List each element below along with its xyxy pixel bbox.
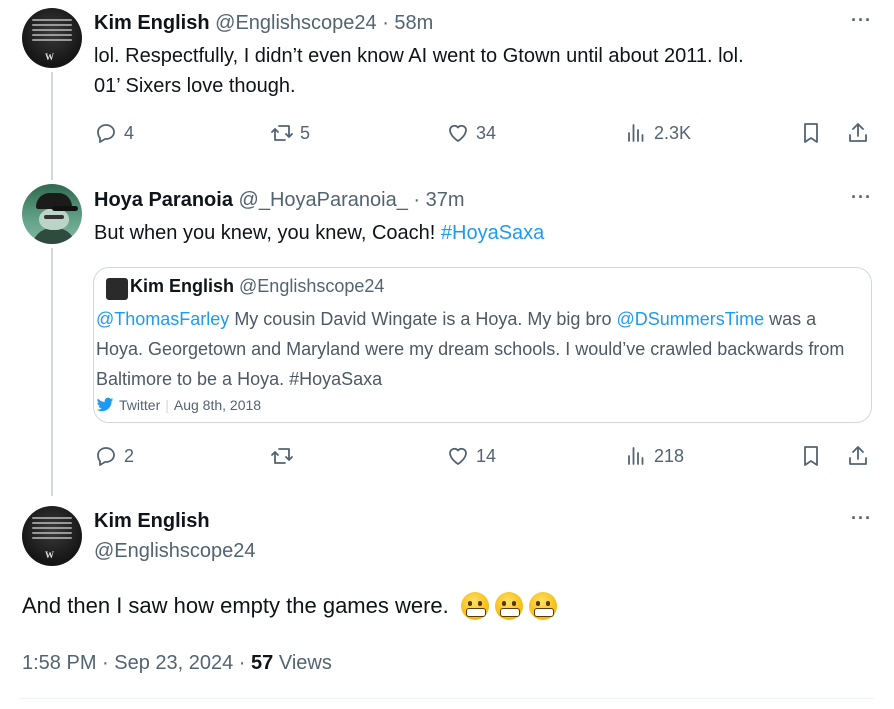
quote-author-handle: @Englishscope24 [239, 276, 385, 296]
like-button[interactable]: 34 [446, 121, 496, 145]
avatar[interactable]: W [22, 8, 82, 68]
author-handle[interactable]: @Englishscope24 [215, 12, 377, 34]
bookmark-button[interactable] [799, 121, 823, 145]
reply-button[interactable]: 2 [94, 444, 134, 468]
views-label: Views [273, 652, 332, 674]
author-name[interactable]: Kim English [94, 509, 256, 533]
like-count: 34 [476, 122, 497, 143]
author-name[interactable]: Kim English [94, 12, 210, 34]
tweet-text: But when you knew, you knew, Coach! #Hoy… [94, 218, 544, 248]
views-button[interactable]: 218 [624, 444, 684, 468]
quote-date: Aug 8th, 2018 [173, 397, 262, 413]
thread-line [51, 72, 53, 180]
views-count: 2.3K [654, 122, 692, 143]
author-handle[interactable]: @_HoyaParanoia_ [239, 189, 408, 211]
quoted-tweet[interactable]: Kim English @Englishscope24 @ThomasFarle… [93, 267, 872, 423]
avatar[interactable]: W [22, 506, 82, 566]
views-button[interactable]: 2.3K [624, 121, 691, 145]
repost-button[interactable]: 5 [270, 121, 310, 145]
tweet-text-body: But when you knew, you knew, Coach! [94, 222, 441, 244]
tweet-text: And then I saw how empty the games were. [22, 590, 557, 622]
tweet-header: Hoya Paranoia @_HoyaParanoia_ · 37m [94, 188, 465, 212]
like-icon [449, 447, 467, 465]
tweet-header: Kim English @Englishscope24 [94, 509, 256, 563]
tweet-text-line: 01’ Sixers love though. [94, 75, 296, 97]
more-icon[interactable]: ··· [851, 10, 872, 31]
views-number: 57 [251, 652, 274, 674]
more-icon[interactable]: ··· [851, 187, 872, 208]
repost-icon [271, 125, 293, 141]
like-icon [449, 124, 467, 142]
tweet-meta: 1:58 PM · Sep 23, 2024 · 57 Views [22, 652, 332, 675]
share-button[interactable] [846, 121, 870, 145]
quote-author-name: Kim English [130, 276, 235, 296]
hashtag-link[interactable]: #HoyaSaxa [441, 222, 544, 244]
bookmark-button[interactable] [799, 444, 823, 468]
thread-line [51, 248, 53, 496]
more-icon[interactable]: ··· [851, 508, 872, 529]
views-icon [628, 124, 644, 142]
tweet-time[interactable]: · 37m [413, 189, 464, 211]
quote-text-part: My cousin David Wingate is a Hoya. My bi… [229, 309, 617, 329]
tweet-text-line: lol. Respectfully, I didn’t even know AI… [94, 45, 744, 67]
share-icon [849, 446, 867, 465]
share-icon [849, 123, 867, 142]
reply-count: 2 [124, 445, 135, 466]
divider [20, 698, 874, 699]
tweet-text: lol. Respectfully, I didn’t even know AI… [94, 41, 864, 101]
action-bar: 2 14 218 [94, 444, 874, 470]
reply-button[interactable]: 4 [94, 121, 134, 145]
grimacing-emoji-icon [528, 592, 557, 620]
author-name[interactable]: Hoya Paranoia [94, 189, 233, 211]
views-count: 218 [654, 445, 685, 466]
mention-link[interactable]: @ThomasFarley [96, 309, 229, 329]
like-button[interactable]: 14 [446, 444, 496, 468]
tweet-text-body: And then I saw how empty the games were. [22, 593, 449, 618]
repost-icon [271, 448, 293, 464]
action-bar: 4 5 34 2.3K [94, 121, 874, 147]
quote-source: Twitter | Aug 8th, 2018 [96, 397, 261, 413]
quote-header: Kim English @Englishscope24 [130, 276, 384, 297]
quote-source-name: Twitter [119, 397, 161, 413]
quote-avatar [106, 278, 128, 300]
avatar[interactable] [22, 184, 82, 244]
bookmark-icon [804, 446, 818, 466]
reply-count: 4 [124, 122, 135, 143]
author-handle[interactable]: @Englishscope24 [94, 539, 256, 563]
repost-button[interactable] [270, 444, 300, 468]
grimacing-emoji-icon [460, 592, 489, 620]
grimacing-emoji-icon [494, 592, 523, 620]
mention-link[interactable]: @DSummersTime [616, 309, 764, 329]
tweet-header: Kim English @Englishscope24 · 58m [94, 11, 433, 35]
twitter-bird-icon [96, 397, 114, 412]
quote-text: @ThomasFarley My cousin David Wingate is… [96, 304, 866, 394]
repost-count: 5 [300, 122, 311, 143]
bookmark-icon [804, 123, 818, 143]
reply-icon [97, 447, 115, 466]
share-button[interactable] [846, 444, 870, 468]
views-icon [628, 447, 644, 465]
tweet-timestamp[interactable]: 1:58 PM · Sep 23, 2024 · [22, 652, 251, 674]
tweet-time[interactable]: · 58m [382, 12, 433, 34]
reply-icon [97, 124, 115, 143]
like-count: 14 [476, 445, 497, 466]
